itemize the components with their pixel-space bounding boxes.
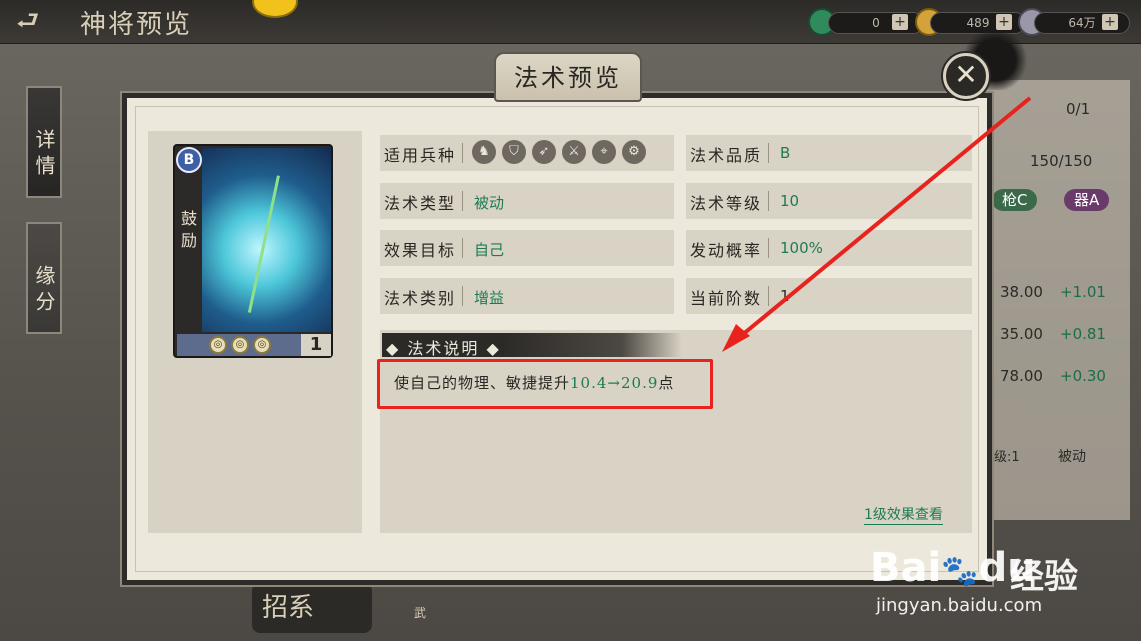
baidu-watermark: Bai🐾du 经验 jingyan.baidu.com <box>870 525 1120 625</box>
watermark-url: jingyan.baidu.com <box>876 595 1043 616</box>
watermark-cn: 经验 <box>1010 557 1078 597</box>
paw-icon: 🐾 <box>941 554 979 589</box>
